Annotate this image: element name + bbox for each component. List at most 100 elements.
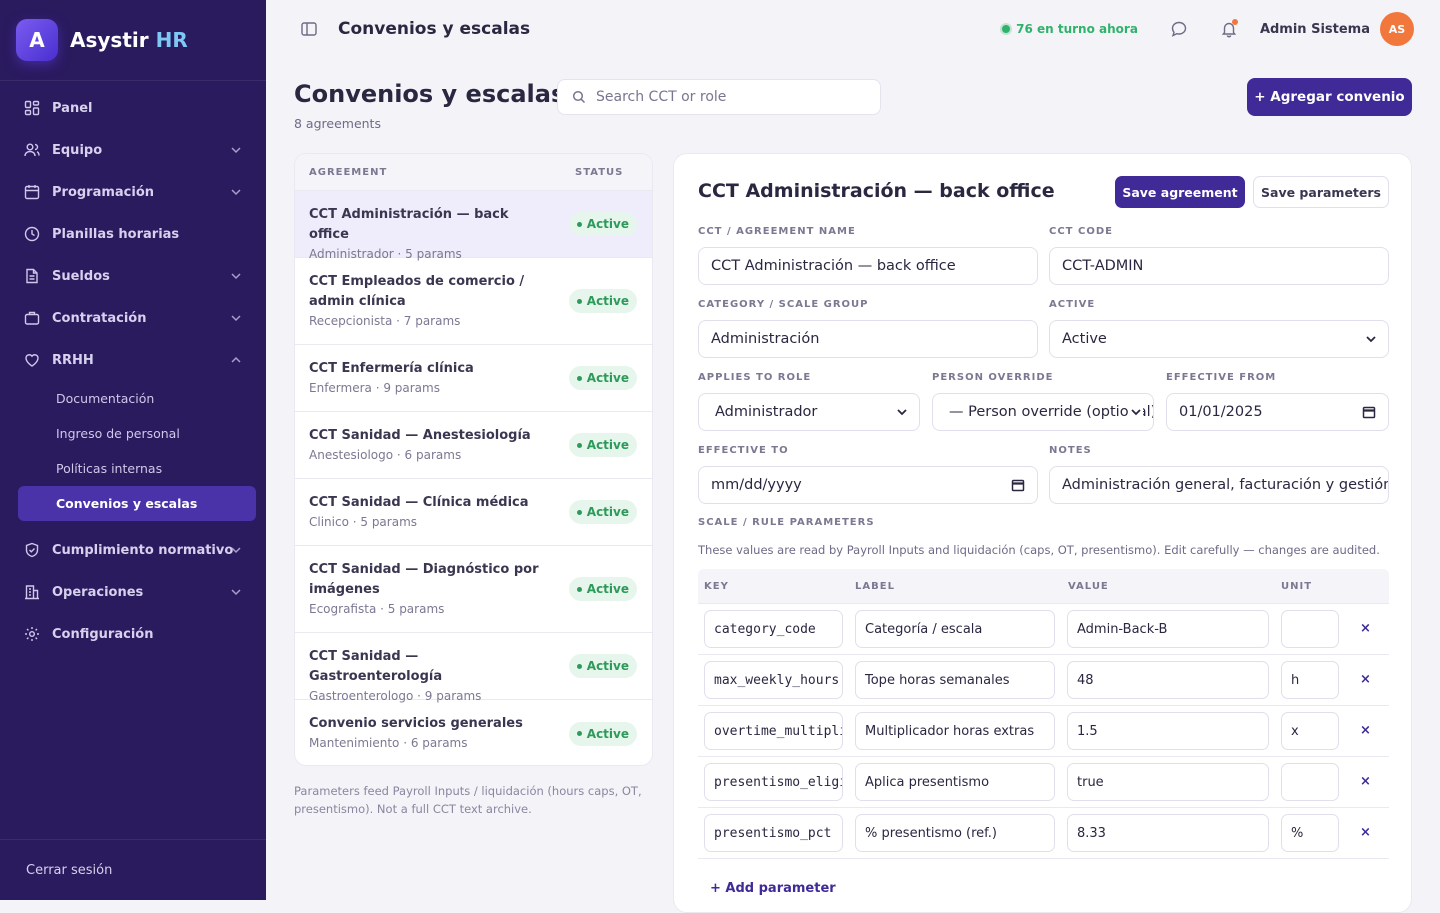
list-item[interactable]: CCT Sanidad — Clínica médica Clinico · 5… (295, 479, 652, 546)
chevron-down-icon (231, 147, 241, 154)
sidebar-item-planillas[interactable]: Planillas horarias (0, 213, 266, 255)
sidebar-item-label: Contratación (52, 310, 147, 326)
clock-icon (24, 226, 40, 242)
param-unit-input[interactable] (1281, 610, 1339, 648)
param-label-input[interactable]: Tope horas semanales (855, 661, 1055, 699)
bell-icon[interactable] (1220, 19, 1238, 38)
agreements-count: 8 agreements (294, 116, 381, 131)
list-item[interactable]: CCT Sanidad — Gastroenterología Gastroen… (295, 633, 652, 703)
param-value-input[interactable]: true (1067, 763, 1269, 801)
param-key-input[interactable]: presentismo_eligible (704, 763, 843, 801)
param-key-input[interactable]: presentismo_pct (704, 814, 843, 852)
sidebar-item-cumplimiento[interactable]: Cumplimiento normativo (0, 529, 266, 571)
list-item[interactable]: CCT Sanidad — Anestesiología Anestesiolo… (295, 412, 652, 479)
search-input[interactable] (596, 89, 856, 105)
topbar: Convenios y escalas 76 en turno ahora Ad… (266, 0, 1440, 57)
role-select[interactable]: Administrador (698, 393, 920, 431)
logout-button[interactable]: Cerrar sesión (0, 839, 266, 900)
effective-from-input[interactable]: 01/01/2025 (1166, 393, 1389, 431)
effective-to-input[interactable]: mm/dd/yyyy (698, 466, 1038, 504)
on-shift-indicator[interactable]: 76 en turno ahora (1002, 22, 1138, 36)
list-item[interactable]: CCT Empleados de comercio / admin clínic… (295, 258, 652, 345)
status-badge: Active (568, 500, 637, 524)
chat-icon[interactable] (1170, 20, 1188, 38)
list-item[interactable]: CCT Enfermería clínica Enfermera · 9 par… (295, 345, 652, 412)
save-agreement-button[interactable]: Save agreement (1115, 176, 1245, 208)
param-value-input[interactable]: 48 (1067, 661, 1269, 699)
param-key-input[interactable]: category_code (704, 610, 843, 648)
delete-param-button[interactable]: × (1360, 774, 1371, 789)
parameters-table: KEY LABEL VALUE UNIT category_code Categ… (698, 569, 1389, 859)
table-row: overtime_multiplier Multiplicador horas … (698, 706, 1389, 757)
sidebar-subitem-documentacion[interactable]: Documentación (0, 381, 266, 416)
param-label-input[interactable]: Multiplicador horas extras (855, 712, 1055, 750)
sidebar-item-programacion[interactable]: Programación (0, 171, 266, 213)
delete-param-button[interactable]: × (1360, 723, 1371, 738)
sidebar-item-rrhh[interactable]: RRHH (0, 339, 266, 381)
user-name[interactable]: Admin Sistema (1260, 22, 1370, 37)
sidebar-toggle-icon[interactable] (300, 20, 318, 38)
add-agreement-button[interactable]: + Agregar convenio (1247, 78, 1412, 116)
delete-param-button[interactable]: × (1360, 825, 1371, 840)
agreement-name-input[interactable]: CCT Administración — back office (698, 247, 1038, 285)
notes-input[interactable]: Administración general, facturación y ge… (1049, 466, 1389, 504)
agreement-title: CCT Sanidad — Gastroenterología (309, 649, 443, 684)
calendar-icon[interactable] (1011, 478, 1025, 492)
save-parameters-button[interactable]: Save parameters (1253, 176, 1389, 208)
sidebar-subitem-ingreso[interactable]: Ingreso de personal (0, 416, 266, 451)
agreement-meta: Anestesiologo · 6 params (309, 448, 462, 462)
agreement-meta: Mantenimiento · 6 params (309, 736, 468, 750)
chevron-up-icon (231, 356, 241, 363)
sidebar-subitem-politicas[interactable]: Políticas internas (0, 451, 266, 486)
person-override-select[interactable]: — Person override (optional) (932, 393, 1154, 431)
param-label-input[interactable]: % presentismo (ref.) (855, 814, 1055, 852)
param-unit-input[interactable]: x (1281, 712, 1339, 750)
app-name-text: Asystir (70, 28, 149, 52)
sidebar-item-label: Cumplimiento normativo (52, 542, 234, 558)
list-item[interactable]: CCT Sanidad — Diagnóstico por imágenes E… (295, 546, 652, 633)
sidebar-item-operaciones[interactable]: Operaciones (0, 571, 266, 613)
parameters-help-text: These values are read by Payroll Inputs … (698, 543, 1380, 557)
delete-param-button[interactable]: × (1360, 621, 1371, 636)
param-label-input[interactable]: Categoría / escala (855, 610, 1055, 648)
label-role: APPLIES TO ROLE (698, 372, 812, 383)
param-value-input[interactable]: 1.5 (1067, 712, 1269, 750)
param-unit-input[interactable] (1281, 763, 1339, 801)
param-value-input[interactable]: 8.33 (1067, 814, 1269, 852)
person-override-value: — Person override (optional) (949, 404, 1154, 420)
brand[interactable]: A Asystir HR (0, 0, 266, 81)
table-body: category_code Categoría / escala Admin-B… (698, 603, 1389, 859)
sidebar-item-configuracion[interactable]: Configuración (0, 613, 266, 655)
param-key-input[interactable]: overtime_multiplier (704, 712, 843, 750)
label-effective-to: EFFECTIVE TO (698, 445, 789, 456)
agreement-meta: Recepcionista · 7 params (309, 314, 461, 328)
category-input[interactable]: Administración (698, 320, 1038, 358)
sidebar-item-equipo[interactable]: Equipo (0, 129, 266, 171)
calendar-icon[interactable] (1362, 405, 1376, 419)
param-value-input[interactable]: Admin-Back-B (1067, 610, 1269, 648)
chevron-down-icon (231, 315, 241, 322)
list-item[interactable]: Convenio servicios generales Mantenimien… (295, 700, 652, 765)
column-header-status: STATUS (575, 166, 624, 178)
sidebar-item-label: Operaciones (52, 584, 144, 600)
param-unit-input[interactable]: h (1281, 661, 1339, 699)
table-row: max_weekly_hours Tope horas semanales 48… (698, 655, 1389, 706)
add-parameter-button[interactable]: + Add parameter (710, 881, 836, 896)
param-key-input[interactable]: max_weekly_hours (704, 661, 843, 699)
delete-param-button[interactable]: × (1360, 672, 1371, 687)
param-unit-input[interactable]: % (1281, 814, 1339, 852)
avatar[interactable]: AS (1380, 12, 1414, 46)
status-text: Active (586, 726, 629, 741)
status-text: Active (586, 505, 629, 519)
param-label-input[interactable]: Aplica presentismo (855, 763, 1055, 801)
search-box[interactable] (557, 79, 881, 115)
cct-code-input[interactable]: CCT-ADMIN (1049, 247, 1389, 285)
sidebar-item-panel[interactable]: Panel (0, 87, 266, 129)
sidebar-item-contratacion[interactable]: Contratación (0, 297, 266, 339)
sidebar-item-sueldos[interactable]: Sueldos (0, 255, 266, 297)
list-item[interactable]: CCT Administración — back office Adminis… (295, 191, 652, 261)
sidebar-subitem-convenios[interactable]: Convenios y escalas (18, 486, 256, 521)
sidebar-item-label: Panel (52, 100, 93, 116)
active-select[interactable]: Active (1049, 320, 1389, 358)
users-icon (24, 142, 40, 158)
